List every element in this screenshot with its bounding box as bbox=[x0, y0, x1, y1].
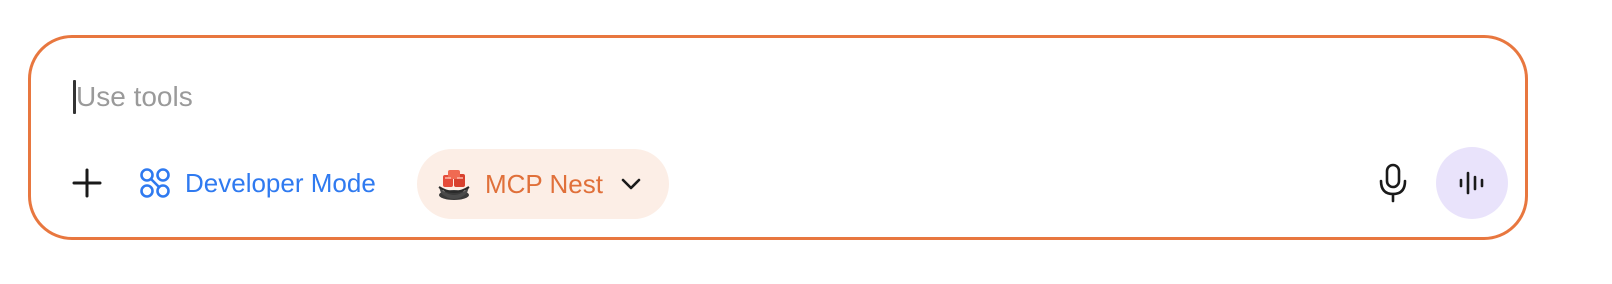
developer-mode-label: Developer Mode bbox=[185, 167, 376, 198]
voice-waveform-icon bbox=[1459, 171, 1484, 195]
plus-icon bbox=[72, 168, 102, 198]
nest-logo-icon bbox=[438, 170, 470, 200]
microphone-button[interactable] bbox=[1371, 159, 1415, 207]
nodes-icon bbox=[140, 168, 170, 198]
mcp-nest-label: MCP Nest bbox=[485, 168, 603, 199]
prompt-input[interactable] bbox=[73, 78, 1488, 116]
microphone-icon bbox=[1379, 163, 1407, 203]
developer-mode-button[interactable]: Developer Mode bbox=[139, 163, 376, 203]
add-button[interactable] bbox=[67, 163, 107, 203]
composer-toolbar: Developer Mode MCP Nest bbox=[31, 147, 1525, 219]
prompt-composer[interactable]: Developer Mode MCP Nest bbox=[28, 35, 1528, 240]
prompt-input-row[interactable] bbox=[73, 78, 1488, 116]
chevron-down-icon bbox=[619, 172, 643, 196]
mcp-nest-selector[interactable]: MCP Nest bbox=[417, 149, 669, 219]
voice-mode-button[interactable] bbox=[1436, 147, 1508, 219]
